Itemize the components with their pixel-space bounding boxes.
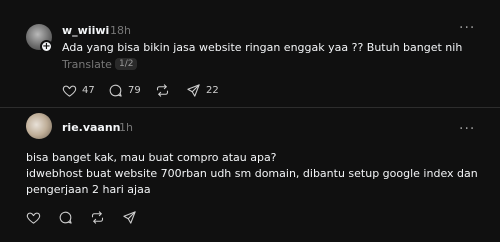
heart-icon [62,85,77,97]
repost-button[interactable] [90,210,105,225]
reply-count: 79 [128,85,141,96]
reply-text-line: bisa banget kak, mau buat compro atau ap… [26,151,277,164]
share-icon [123,211,136,224]
reply-username[interactable]: rie.vaann [62,121,121,134]
repost-icon [91,211,104,224]
share-icon [187,84,200,97]
comment-icon [109,84,122,97]
page-indicator: 1/2 [115,58,138,70]
share-button[interactable]: 22 [186,83,219,98]
like-count: 47 [82,85,95,96]
comment-icon [59,211,72,224]
divider [0,107,500,108]
post-username[interactable]: w_wiiwi [62,24,109,37]
like-button[interactable]: 47 [62,83,95,98]
reply-time: 1h [119,121,133,134]
share-button[interactable] [122,210,137,225]
post-time: 18h [110,24,131,37]
reply-text-line: idwebhost buat website 700rban udh sm do… [26,167,478,180]
translate-link[interactable]: Translate [62,58,112,71]
reply-text-line: pengerjaan 2 hari ajaa [26,183,151,196]
like-button[interactable] [26,210,41,225]
reply-button[interactable] [58,210,73,225]
reply-button[interactable]: 79 [108,83,141,98]
share-count: 22 [206,85,219,96]
more-icon[interactable]: ··· [459,20,475,36]
avatar[interactable] [26,113,52,139]
repost-button[interactable] [155,83,170,98]
more-icon[interactable]: ··· [459,121,475,137]
heart-icon [26,212,41,224]
follow-plus-icon[interactable]: + [40,40,53,53]
post-text: Ada yang bisa bikin jasa website ringan … [62,41,463,54]
repost-icon [156,84,169,97]
